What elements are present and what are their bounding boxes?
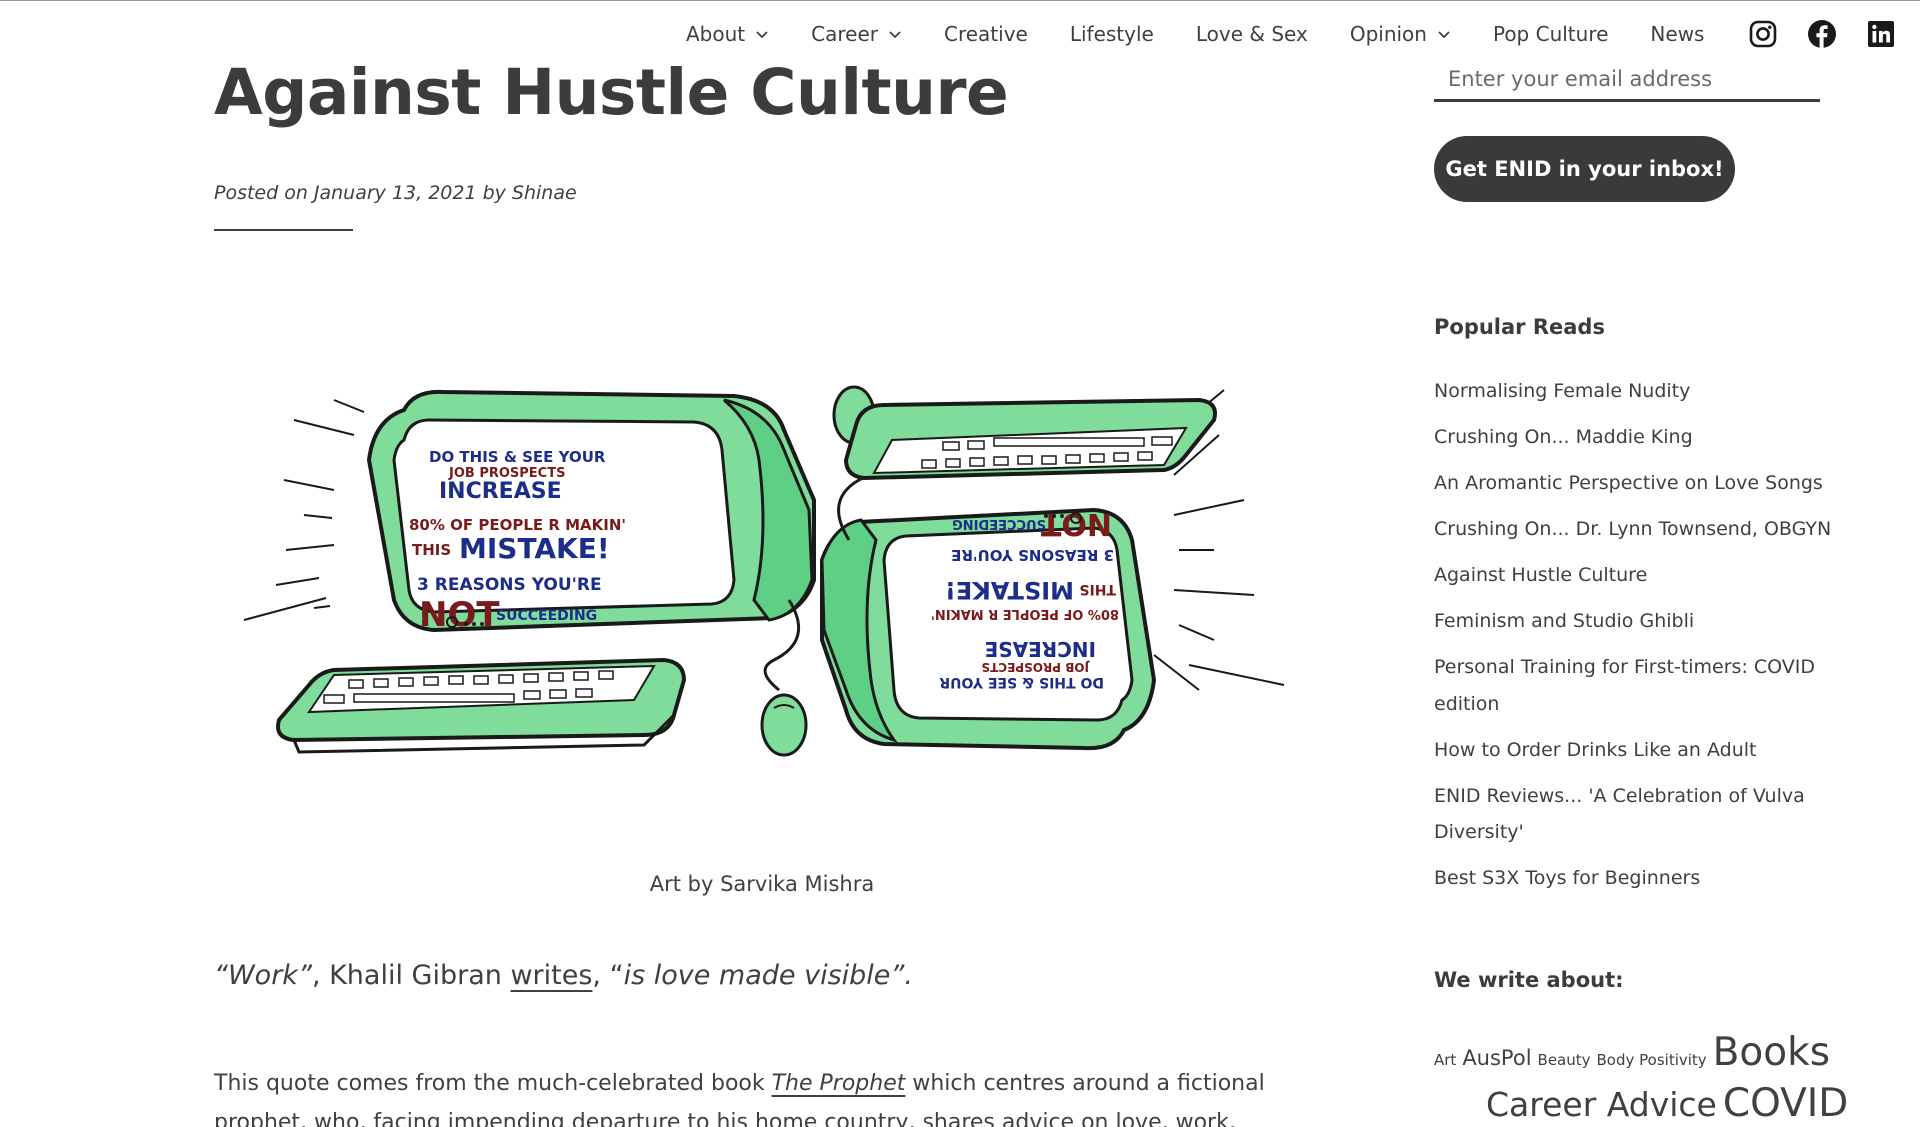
nav-item-label: Lifestyle <box>1069 22 1154 46</box>
tag-link[interactable]: Beauty <box>1538 1051 1591 1069</box>
main-nav: About Career Creative Lifestyle Love & S… <box>686 14 1896 54</box>
post-date-link[interactable]: January 13, 2021 <box>314 182 477 204</box>
post-meta: Posted on January 13, 2021 by Shinae <box>214 182 583 204</box>
popular-read-link[interactable]: Personal Training for First-timers: COVI… <box>1434 649 1834 722</box>
chevron-down-icon <box>1438 31 1450 39</box>
linkedin-icon[interactable] <box>1866 19 1896 49</box>
screen-text-right: MISTAKE! <box>945 576 1074 604</box>
popular-read-link[interactable]: Crushing On... Maddie King <box>1434 419 1834 456</box>
nav-item-label: About <box>686 22 746 46</box>
motion-lines-left <box>243 399 365 621</box>
nav-item-career[interactable]: Career <box>811 22 902 46</box>
title-divider <box>214 229 353 231</box>
screen-text-left: DO THIS & SEE YOUR <box>429 448 606 466</box>
quote-fragment: ”. <box>890 960 913 991</box>
tag-link[interactable]: Art <box>1434 1051 1456 1069</box>
nav-item-label: Pop Culture <box>1492 22 1609 46</box>
nav-item-label: Creative <box>943 22 1028 46</box>
popular-reads-list: Normalising Female Nudity Crushing On...… <box>1434 373 1834 897</box>
paragraph-text: This quote comes from the much-celebrate… <box>214 1071 772 1096</box>
author-link[interactable]: Shinae <box>512 182 577 204</box>
screen-text-left: THIS <box>412 541 451 559</box>
popular-read-link[interactable]: Normalising Female Nudity <box>1434 373 1834 410</box>
chevron-down-icon <box>756 31 768 39</box>
screen-text-left: 3 REASONS YOU'RE <box>417 575 602 595</box>
popular-read-link[interactable]: Crushing On... Dr. Lynn Townsend, OBGYN <box>1434 511 1834 548</box>
nav-item-label: Love & Sex <box>1195 22 1308 46</box>
nav-item-about[interactable]: About <box>686 22 769 46</box>
quote-fragment: , “ <box>592 960 624 991</box>
instagram-icon[interactable] <box>1748 19 1778 49</box>
facebook-icon[interactable] <box>1807 19 1837 49</box>
opening-quote: “Work”, Khalil Gibran writes, “is love m… <box>214 960 913 991</box>
quote-fragment: , Khalil Gibran <box>311 960 511 991</box>
nav-item-label: Opinion <box>1349 22 1427 46</box>
quote-fragment: is love made visible <box>623 960 891 991</box>
tag-link[interactable]: COVID <box>1723 1081 1848 1126</box>
by-label: by <box>482 182 506 204</box>
social-links <box>1748 19 1896 49</box>
popular-reads-heading: Popular Reads <box>1434 315 1605 339</box>
popular-read-link[interactable]: Best S3X Toys for Beginners <box>1434 860 1834 897</box>
nav-item-news[interactable]: News <box>1650 22 1704 46</box>
tag-link[interactable]: Career Advice <box>1486 1085 1717 1124</box>
quote-fragment: “Work” <box>214 960 312 991</box>
topics-heading: We write about: <box>1434 968 1624 992</box>
screen-text-right: INCREASE <box>985 637 1096 661</box>
screen-text-right: 80% OF PEOPLE R MAKIN' <box>931 606 1119 621</box>
nav-item-opinion[interactable]: Opinion <box>1350 22 1451 46</box>
screen-text-left: SUCCEEDING <box>496 608 597 624</box>
top-border <box>0 0 1920 1</box>
screen-text-right: JOB PROSPECTS <box>982 660 1091 674</box>
tag-link[interactable]: Body Positivity <box>1597 1051 1707 1069</box>
popular-read-link[interactable]: ENID Reviews... 'A Celebration of Vulva … <box>1434 778 1834 851</box>
the-prophet-link[interactable]: The Prophet <box>772 1071 906 1096</box>
nav-item-pop-culture[interactable]: Pop Culture <box>1493 22 1608 46</box>
article-paragraph: This quote comes from the much-celebrate… <box>214 1064 1314 1127</box>
screen-text-right: THIS <box>1079 581 1116 597</box>
nav-item-creative[interactable]: Creative <box>944 22 1028 46</box>
monitor-left: DO THIS & SEE YOUR JOB PROSPECTS INCREAS… <box>276 389 816 757</box>
writes-link[interactable]: writes <box>510 960 592 991</box>
chevron-down-icon <box>889 31 901 39</box>
screen-text-right: DO THIS & SEE YOUR <box>939 674 1104 690</box>
popular-read-link[interactable]: How to Order Drinks Like an Adult <box>1434 732 1834 769</box>
nav-item-love-sex[interactable]: Love & Sex <box>1196 22 1308 46</box>
nav-item-label: Career <box>811 22 878 46</box>
figure-caption: Art by Sarvika Mishra <box>649 872 875 896</box>
popular-read-link[interactable]: Against Hustle Culture <box>1434 557 1834 594</box>
screen-text-left: MISTAKE! <box>459 532 610 565</box>
tag-link[interactable]: Books <box>1713 1030 1830 1075</box>
popular-read-link[interactable]: Feminism and Studio Ghibli <box>1434 603 1834 640</box>
monitor-right: DO THIS & SEE YOUR JOB PROSPECTS INCREAS… <box>820 385 1217 751</box>
article-illustration: DO THIS & SEE YOUR JOB PROSPECTS INCREAS… <box>243 385 1285 757</box>
screen-text-left: NOT <box>419 595 500 635</box>
popular-read-link[interactable]: An Aromantic Perspective on Love Songs <box>1434 465 1834 502</box>
posted-on-label: Posted on <box>214 182 308 204</box>
article-title: Against Hustle Culture <box>214 56 1009 129</box>
tag-link[interactable]: AusPol <box>1462 1046 1531 1070</box>
screen-text-right: SUCCEEDING <box>952 516 1046 531</box>
screen-text-left: INCREASE <box>439 479 562 504</box>
subscribe-button[interactable]: Get ENID in your inbox! <box>1434 136 1735 202</box>
screen-text-right: 3 REASONS YOU'RE <box>951 546 1114 564</box>
tag-cloud: Art AusPol Beauty Body Positivity Books Care… <box>1434 1030 1864 1126</box>
nav-item-lifestyle[interactable]: Lifestyle <box>1070 22 1154 46</box>
email-field[interactable] <box>1434 58 1820 102</box>
nav-item-label: News <box>1650 22 1705 46</box>
